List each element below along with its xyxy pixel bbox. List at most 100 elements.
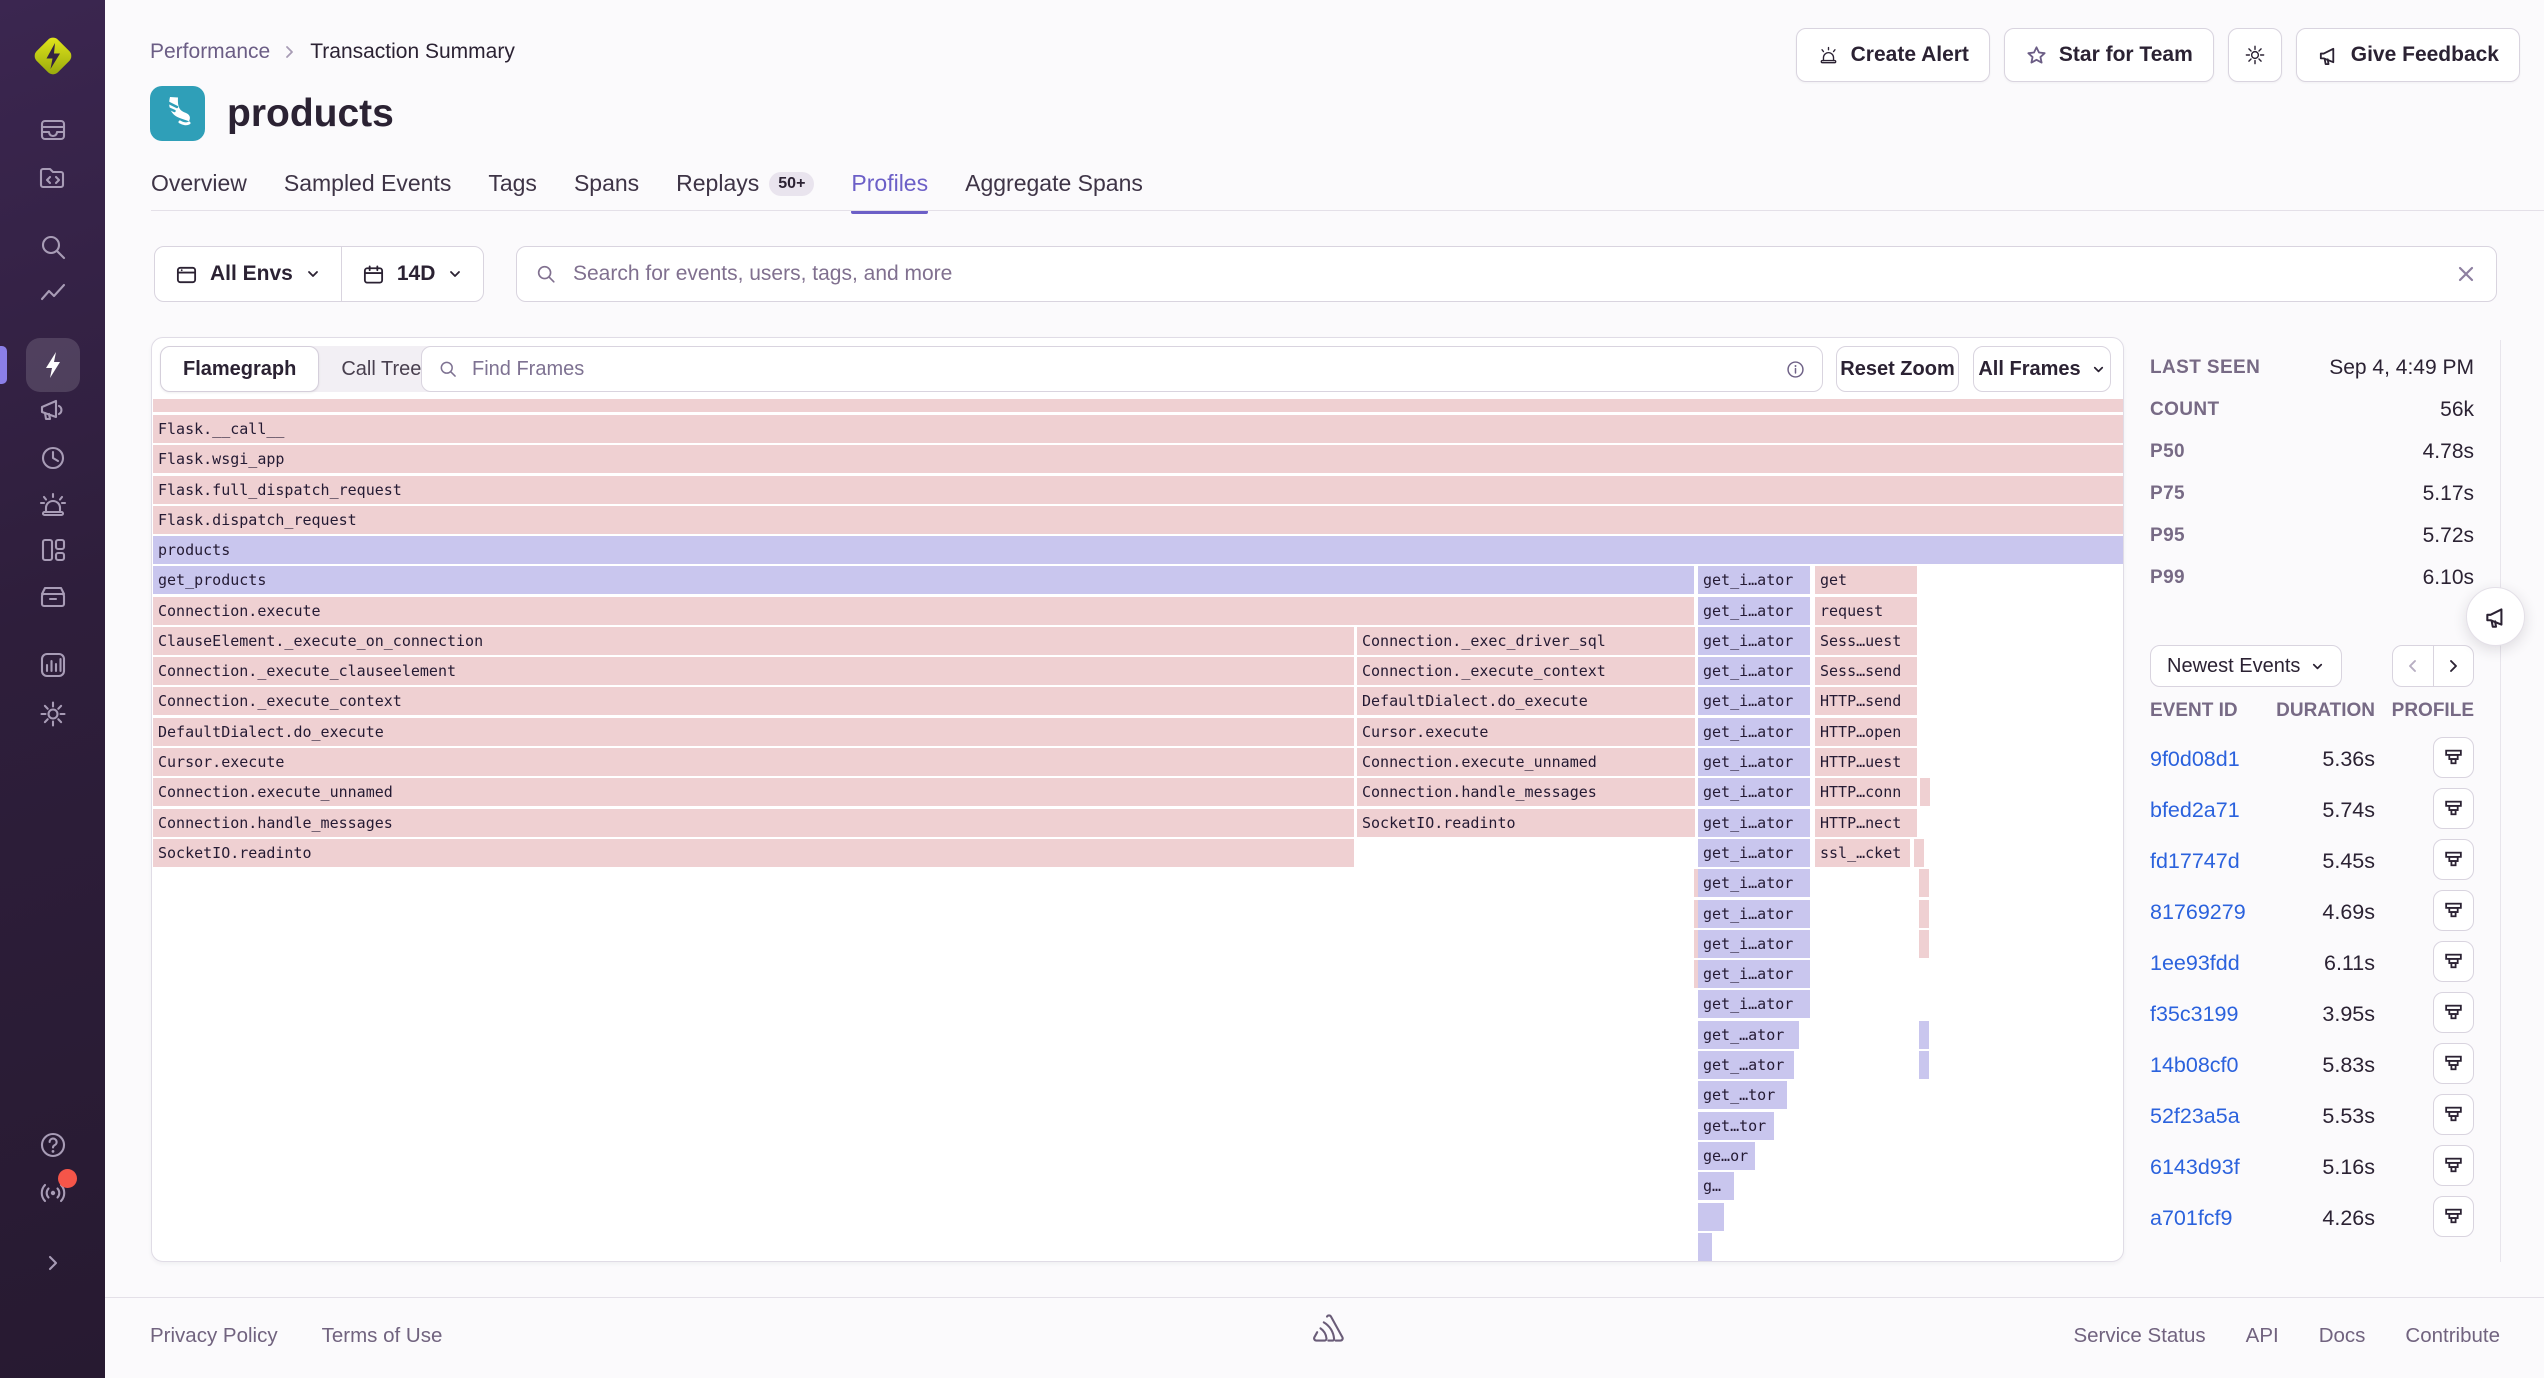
whats-new-icon[interactable]	[36, 1176, 70, 1210]
event-id-link[interactable]: 6143d93f	[2150, 1155, 2240, 1180]
flame-frame[interactable]	[1699, 1256, 1709, 1261]
footer-link[interactable]: Docs	[2319, 1324, 2366, 1348]
flame-frame[interactable]: Connection.handle_messages	[153, 809, 1354, 837]
flame-frame[interactable]	[1919, 1051, 1929, 1079]
tab-profiles[interactable]: Profiles	[851, 170, 928, 214]
sidebar-item-metrics[interactable]	[36, 278, 70, 312]
view-profile-button[interactable]	[2433, 941, 2474, 982]
date-range-selector[interactable]: 14D	[342, 247, 484, 301]
flamegraph-mode-button[interactable]: Flamegraph	[160, 346, 319, 392]
flame-frame[interactable]: products	[153, 536, 2123, 564]
flame-frame[interactable]: get_i…ator	[1698, 839, 1810, 867]
sidebar-item-releases[interactable]	[36, 393, 70, 427]
flame-frame[interactable]: Connection._execute_context	[153, 687, 1354, 715]
view-profile-button[interactable]	[2433, 890, 2474, 931]
flame-frame[interactable]: DefaultDialect.do_execute	[153, 718, 1354, 746]
flame-frame[interactable]: Connection.execute_unnamed	[1357, 748, 1695, 776]
flamegraph-canvas[interactable]: Flask.__call__Flask.wsgi_app Flask.full_d…	[152, 399, 2123, 1261]
flame-frame[interactable]: Flask.dispatch_request	[153, 506, 2123, 534]
sidebar-item-discover[interactable]	[36, 580, 70, 614]
flame-frame[interactable]: Connection.execute	[153, 597, 1694, 625]
flame-frame[interactable]	[1919, 900, 1929, 928]
search-input[interactable]	[571, 261, 2440, 287]
event-id-link[interactable]: 52f23a5a	[2150, 1104, 2240, 1129]
flame-frame[interactable]: get_i…ator	[1698, 900, 1810, 928]
flame-frame[interactable]: get_i…ator	[1698, 990, 1810, 1018]
flame-frame[interactable]: get_i…ator	[1698, 778, 1810, 806]
view-profile-button[interactable]	[2433, 839, 2474, 880]
view-profile-button[interactable]	[2433, 788, 2474, 829]
footer-link[interactable]: Service Status	[2073, 1324, 2205, 1348]
flame-frame[interactable]: get_…ator	[1698, 1021, 1799, 1049]
sidebar-item-search[interactable]	[36, 230, 70, 264]
view-profile-button[interactable]	[2433, 1094, 2474, 1135]
sentry-logo[interactable]	[27, 30, 79, 82]
breadcrumb-performance[interactable]: Performance	[150, 40, 270, 64]
tab-sampled-events[interactable]: Sampled Events	[284, 170, 451, 214]
flame-frame[interactable]: Flask.__call__	[153, 415, 2123, 443]
sidebar-collapse-icon[interactable]	[36, 1246, 70, 1280]
view-profile-button[interactable]	[2433, 1043, 2474, 1084]
clear-search-icon[interactable]	[2454, 262, 2478, 286]
flame-frame[interactable]	[1919, 930, 1929, 958]
help-icon[interactable]	[36, 1128, 70, 1162]
flame-frame[interactable]: get_…tor	[1698, 1081, 1787, 1109]
flame-frame[interactable]: Flask.full_dispatch_request	[153, 476, 2123, 504]
flame-frame[interactable]: get_…ator	[1698, 1051, 1794, 1079]
sidebar-item-stats[interactable]	[36, 648, 70, 682]
flame-frame[interactable]: Connection._execute_clauseelement	[153, 657, 1354, 685]
flame-frame[interactable]: g…	[1698, 1172, 1734, 1200]
flame-frame[interactable]: get_i…ator	[1698, 869, 1810, 897]
flame-frame[interactable]: get_i…ator	[1698, 657, 1810, 685]
flame-frame[interactable]: ClauseElement._execute_on_connection	[153, 627, 1354, 655]
flame-frame[interactable]: Cursor.execute	[153, 748, 1354, 776]
flame-frame[interactable]: get_i…ator	[1698, 597, 1810, 625]
flame-frame[interactable]: Connection._execute_context	[1357, 657, 1695, 685]
flame-frame[interactable]: HTTP…conn	[1815, 778, 1917, 806]
event-id-link[interactable]: 81769279	[2150, 900, 2246, 925]
environment-selector[interactable]: All Envs	[155, 247, 341, 301]
sidebar-item-projects[interactable]	[36, 161, 70, 195]
flame-frame[interactable]: SocketIO.readinto	[153, 839, 1354, 867]
flame-frame[interactable]: HTTP…nect	[1815, 809, 1917, 837]
event-id-link[interactable]: 14b08cf0	[2150, 1053, 2238, 1078]
flame-frame[interactable]: Sess…send	[1815, 657, 1917, 685]
flame-frame[interactable]: HTTP…open	[1815, 718, 1917, 746]
footer-link[interactable]: API	[2246, 1324, 2279, 1348]
sidebar-item-alerts[interactable]	[36, 488, 70, 522]
sidebar-item-settings[interactable]	[36, 697, 70, 731]
event-id-link[interactable]: bfed2a71	[2150, 798, 2240, 823]
flame-frame[interactable]: Sess…uest	[1815, 627, 1917, 655]
flame-frame[interactable]: Connection.handle_messages	[1357, 778, 1695, 806]
flame-frame[interactable]: get	[1815, 566, 1917, 594]
floating-feedback-button[interactable]	[2466, 587, 2525, 646]
star-for-team-button[interactable]: Star for Team	[2004, 28, 2214, 82]
flame-frame[interactable]: Cursor.execute	[1357, 718, 1695, 746]
tab-spans[interactable]: Spans	[574, 170, 639, 214]
next-page-button[interactable]	[2434, 646, 2474, 686]
sidebar-item-issues[interactable]	[36, 113, 70, 147]
sidebar-item-dashboards[interactable]	[36, 533, 70, 567]
create-alert-button[interactable]: Create Alert	[1796, 28, 1990, 82]
flame-frame[interactable]	[1919, 1021, 1929, 1049]
flame-frame[interactable]: get_i…ator	[1698, 566, 1810, 594]
flame-frame[interactable]	[1920, 778, 1930, 806]
footer-link[interactable]: Contribute	[2405, 1324, 2500, 1348]
give-feedback-button[interactable]: Give Feedback	[2296, 28, 2520, 82]
flame-frame[interactable]: get_i…ator	[1698, 809, 1810, 837]
flame-frame[interactable]: get_i…ator	[1698, 960, 1810, 988]
flame-frame[interactable]: Flask.wsgi_app	[153, 445, 2123, 473]
view-profile-button[interactable]	[2433, 992, 2474, 1033]
footer-link[interactable]: Privacy Policy	[150, 1324, 278, 1348]
view-profile-button[interactable]	[2433, 1145, 2474, 1186]
sidebar-item-replays[interactable]	[36, 441, 70, 475]
flame-frame[interactable]: get_i…ator	[1698, 687, 1810, 715]
footer-link[interactable]: Terms of Use	[322, 1324, 443, 1348]
flame-frame[interactable]: ssl_…cket	[1815, 839, 1910, 867]
event-id-link[interactable]: f35c3199	[2150, 1002, 2238, 1027]
tab-replays[interactable]: Replays50+	[676, 170, 814, 214]
info-icon[interactable]	[1785, 359, 1806, 380]
view-profile-button[interactable]	[2433, 1196, 2474, 1237]
event-id-link[interactable]: 9f0d08d1	[2150, 747, 2240, 772]
sentry-footer-logo[interactable]	[1311, 1312, 1347, 1350]
